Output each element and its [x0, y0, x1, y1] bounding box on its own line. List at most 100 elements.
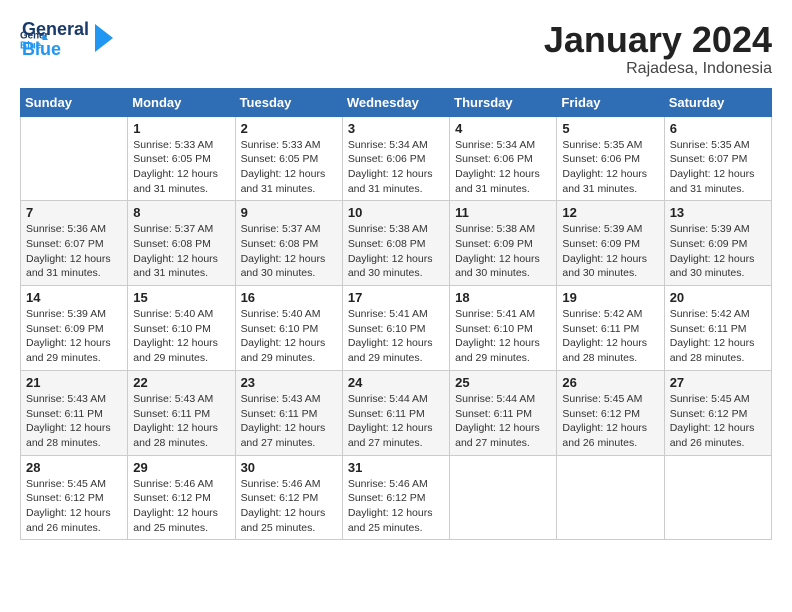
- day-number: 13: [670, 205, 766, 220]
- day-cell: [664, 455, 771, 540]
- day-cell: 2Sunrise: 5:33 AM Sunset: 6:05 PM Daylig…: [235, 116, 342, 201]
- day-cell: 7 Sunrise: 5:36 AM Sunset: 6:07 PM Daylig…: [21, 201, 128, 286]
- day-number: 12: [562, 205, 658, 220]
- day-info: Sunrise: 5:45 AM Sunset: 6:12 PM Dayligh…: [26, 477, 122, 536]
- day-cell: [450, 455, 557, 540]
- day-info: Sunrise: 5:39 AM Sunset: 6:09 PM Dayligh…: [562, 222, 658, 281]
- day-cell: [557, 455, 664, 540]
- day-cell: 20 Sunrise: 5:42 AM Sunset: 6:11 PM Dayli…: [664, 286, 771, 371]
- day-cell: 26 Sunrise: 5:45 AM Sunset: 6:12 PM Dayli…: [557, 370, 664, 455]
- day-number: 6: [670, 121, 766, 136]
- day-info: Sunrise: 5:39 AM Sunset: 6:09 PM Dayligh…: [670, 222, 766, 281]
- day-info: Sunrise: 5:39 AM Sunset: 6:09 PM Dayligh…: [26, 307, 122, 366]
- day-cell: 4 Sunrise: 5:34 AM Sunset: 6:06 PM Daylig…: [450, 116, 557, 201]
- day-cell: 28 Sunrise: 5:45 AM Sunset: 6:12 PM Dayli…: [21, 455, 128, 540]
- day-number: 22: [133, 375, 229, 390]
- header-row: SundayMondayTuesdayWednesdayThursdayFrid…: [21, 88, 772, 116]
- day-number: 10: [348, 205, 444, 220]
- day-number: 25: [455, 375, 551, 390]
- day-number: 4: [455, 121, 551, 136]
- week-row-4: 21 Sunrise: 5:43 AM Sunset: 6:11 PM Dayli…: [21, 370, 772, 455]
- day-cell: 3 Sunrise: 5:34 AM Sunset: 6:06 PM Daylig…: [342, 116, 449, 201]
- day-number: 30: [241, 460, 337, 475]
- day-cell: 19 Sunrise: 5:42 AM Sunset: 6:11 PM Dayli…: [557, 286, 664, 371]
- day-info: Sunrise: 5:43 AM Sunset: 6:11 PM Dayligh…: [26, 392, 122, 451]
- day-info: Sunrise: 5:43 AM Sunset: 6:11 PM Dayligh…: [241, 392, 337, 451]
- day-number: 17: [348, 290, 444, 305]
- day-cell: 5 Sunrise: 5:35 AM Sunset: 6:06 PM Daylig…: [557, 116, 664, 201]
- day-number: 21: [26, 375, 122, 390]
- day-info: Sunrise: 5:33 AM Sunset: 6:05 PM Dayligh…: [133, 138, 229, 197]
- day-cell: 11Sunrise: 5:38 AM Sunset: 6:09 PM Dayli…: [450, 201, 557, 286]
- day-info: Sunrise: 5:46 AM Sunset: 6:12 PM Dayligh…: [348, 477, 444, 536]
- day-number: 24: [348, 375, 444, 390]
- day-cell: 16 Sunrise: 5:40 AM Sunset: 6:10 PM Dayli…: [235, 286, 342, 371]
- day-cell: 25Sunrise: 5:44 AM Sunset: 6:11 PM Dayli…: [450, 370, 557, 455]
- day-number: 16: [241, 290, 337, 305]
- day-cell: 6 Sunrise: 5:35 AM Sunset: 6:07 PM Daylig…: [664, 116, 771, 201]
- day-info: Sunrise: 5:43 AM Sunset: 6:11 PM Dayligh…: [133, 392, 229, 451]
- day-info: Sunrise: 5:40 AM Sunset: 6:10 PM Dayligh…: [133, 307, 229, 366]
- day-info: Sunrise: 5:34 AM Sunset: 6:06 PM Dayligh…: [455, 138, 551, 197]
- day-cell: 8 Sunrise: 5:37 AM Sunset: 6:08 PM Daylig…: [128, 201, 235, 286]
- day-number: 31: [348, 460, 444, 475]
- day-info: Sunrise: 5:35 AM Sunset: 6:07 PM Dayligh…: [670, 138, 766, 197]
- day-number: 27: [670, 375, 766, 390]
- day-cell: 1Sunrise: 5:33 AM Sunset: 6:05 PM Daylig…: [128, 116, 235, 201]
- day-info: Sunrise: 5:36 AM Sunset: 6:07 PM Dayligh…: [26, 222, 122, 281]
- day-number: 18: [455, 290, 551, 305]
- day-info: Sunrise: 5:46 AM Sunset: 6:12 PM Dayligh…: [133, 477, 229, 536]
- week-row-2: 7 Sunrise: 5:36 AM Sunset: 6:07 PM Daylig…: [21, 201, 772, 286]
- day-info: Sunrise: 5:45 AM Sunset: 6:12 PM Dayligh…: [562, 392, 658, 451]
- day-info: Sunrise: 5:46 AM Sunset: 6:12 PM Dayligh…: [241, 477, 337, 536]
- day-info: Sunrise: 5:45 AM Sunset: 6:12 PM Dayligh…: [670, 392, 766, 451]
- day-cell: 14Sunrise: 5:39 AM Sunset: 6:09 PM Dayli…: [21, 286, 128, 371]
- month-title: January 2024: [544, 20, 772, 60]
- day-cell: 21 Sunrise: 5:43 AM Sunset: 6:11 PM Dayli…: [21, 370, 128, 455]
- day-info: Sunrise: 5:34 AM Sunset: 6:06 PM Dayligh…: [348, 138, 444, 197]
- day-number: 9: [241, 205, 337, 220]
- day-cell: 30 Sunrise: 5:46 AM Sunset: 6:12 PM Dayli…: [235, 455, 342, 540]
- day-cell: 23Sunrise: 5:43 AM Sunset: 6:11 PM Dayli…: [235, 370, 342, 455]
- calendar-table: SundayMondayTuesdayWednesdayThursdayFrid…: [20, 88, 772, 541]
- day-number: 5: [562, 121, 658, 136]
- day-info: Sunrise: 5:40 AM Sunset: 6:10 PM Dayligh…: [241, 307, 337, 366]
- day-cell: [21, 116, 128, 201]
- day-info: Sunrise: 5:37 AM Sunset: 6:08 PM Dayligh…: [133, 222, 229, 281]
- location-subtitle: Rajadesa, Indonesia: [544, 60, 772, 78]
- day-info: Sunrise: 5:44 AM Sunset: 6:11 PM Dayligh…: [348, 392, 444, 451]
- day-cell: 15 Sunrise: 5:40 AM Sunset: 6:10 PM Dayli…: [128, 286, 235, 371]
- day-number: 11: [455, 205, 551, 220]
- day-cell: 17Sunrise: 5:41 AM Sunset: 6:10 PM Dayli…: [342, 286, 449, 371]
- day-info: Sunrise: 5:42 AM Sunset: 6:11 PM Dayligh…: [670, 307, 766, 366]
- week-row-5: 28 Sunrise: 5:45 AM Sunset: 6:12 PM Dayli…: [21, 455, 772, 540]
- day-number: 19: [562, 290, 658, 305]
- day-number: 15: [133, 290, 229, 305]
- header-saturday: Saturday: [664, 88, 771, 116]
- day-cell: 10Sunrise: 5:38 AM Sunset: 6:08 PM Dayli…: [342, 201, 449, 286]
- week-row-1: 1Sunrise: 5:33 AM Sunset: 6:05 PM Daylig…: [21, 116, 772, 201]
- header-monday: Monday: [128, 88, 235, 116]
- header-thursday: Thursday: [450, 88, 557, 116]
- day-info: Sunrise: 5:35 AM Sunset: 6:06 PM Dayligh…: [562, 138, 658, 197]
- day-number: 28: [26, 460, 122, 475]
- day-cell: 31 Sunrise: 5:46 AM Sunset: 6:12 PM Dayli…: [342, 455, 449, 540]
- day-cell: 18 Sunrise: 5:41 AM Sunset: 6:10 PM Dayli…: [450, 286, 557, 371]
- title-block: January 2024 Rajadesa, Indonesia: [544, 20, 772, 78]
- day-number: 3: [348, 121, 444, 136]
- day-number: 20: [670, 290, 766, 305]
- day-number: 8: [133, 205, 229, 220]
- header-tuesday: Tuesday: [235, 88, 342, 116]
- day-info: Sunrise: 5:41 AM Sunset: 6:10 PM Dayligh…: [455, 307, 551, 366]
- day-info: Sunrise: 5:37 AM Sunset: 6:08 PM Dayligh…: [241, 222, 337, 281]
- week-row-3: 14Sunrise: 5:39 AM Sunset: 6:09 PM Dayli…: [21, 286, 772, 371]
- page-header: General Blue General Blue January 2024 R…: [20, 20, 772, 78]
- day-cell: 29Sunrise: 5:46 AM Sunset: 6:12 PM Dayli…: [128, 455, 235, 540]
- day-number: 7: [26, 205, 122, 220]
- day-number: 26: [562, 375, 658, 390]
- day-info: Sunrise: 5:42 AM Sunset: 6:11 PM Dayligh…: [562, 307, 658, 366]
- logo-text-general: General: [22, 20, 89, 40]
- day-number: 2: [241, 121, 337, 136]
- logo-arrow-icon: [95, 20, 115, 56]
- day-cell: 24 Sunrise: 5:44 AM Sunset: 6:11 PM Dayli…: [342, 370, 449, 455]
